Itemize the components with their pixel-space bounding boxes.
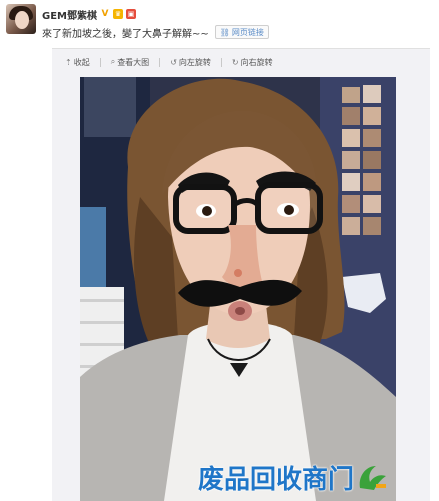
view-large-button[interactable]: ⌕ 查看大图 [111, 57, 149, 68]
user-avatar[interactable] [6, 4, 36, 34]
link-icon: ⛓ [219, 27, 230, 37]
arrow-up-icon: ⇡ [65, 57, 72, 67]
post-row: 來了新加坡之後，變了大鼻子解解~~ ⛓ 网页链接 [42, 24, 269, 40]
rotate-left-label: 向左旋转 [178, 57, 211, 67]
rotate-right-icon: ↻ [231, 57, 239, 67]
collapse-button[interactable]: ⇡ 收起 [65, 57, 90, 68]
user-name-link[interactable]: GEM鄧紫棋 [42, 7, 97, 22]
gift-badge-icon: ▣ [126, 9, 136, 19]
toolbar-divider [220, 57, 222, 67]
rotate-left-icon: ↺ [170, 57, 177, 67]
web-link-button[interactable]: ⛓ 网页链接 [214, 25, 269, 39]
watermark: 废品回收商门 [198, 458, 390, 496]
magnifier-icon: ⌕ [110, 57, 116, 66]
rotate-right-label: 向右旋转 [240, 57, 273, 67]
web-link-label: 网页链接 [231, 27, 264, 37]
watermark-text: 废品回收商门 [198, 464, 355, 495]
rotate-left-button[interactable]: ↺ 向左旋转 [170, 57, 211, 68]
rotate-right-button[interactable]: ↻ 向右旋转 [232, 57, 273, 68]
avatar-face [15, 11, 29, 29]
media-panel: ⇡ 收起 ⌕ 查看大图 ↺ 向左旋转 ↻ 向右旋转 [52, 48, 430, 501]
watermark-logo-icon [356, 462, 390, 492]
post-photo[interactable] [80, 77, 396, 501]
collapse-label: 收起 [73, 57, 90, 67]
verified-badge-icon: V [101, 9, 109, 19]
post-text: 來了新加坡之後，變了大鼻子解解~~ [42, 28, 209, 40]
view-large-label: 查看大图 [117, 57, 150, 67]
user-row: GEM鄧紫棋 V ♛ ▣ [42, 7, 136, 22]
vip-badge-icon: ♛ [113, 9, 123, 19]
toolbar-divider [159, 57, 161, 67]
toolbar-divider [99, 57, 101, 67]
image-toolbar: ⇡ 收起 ⌕ 查看大图 ↺ 向左旋转 ↻ 向右旋转 [65, 55, 273, 69]
